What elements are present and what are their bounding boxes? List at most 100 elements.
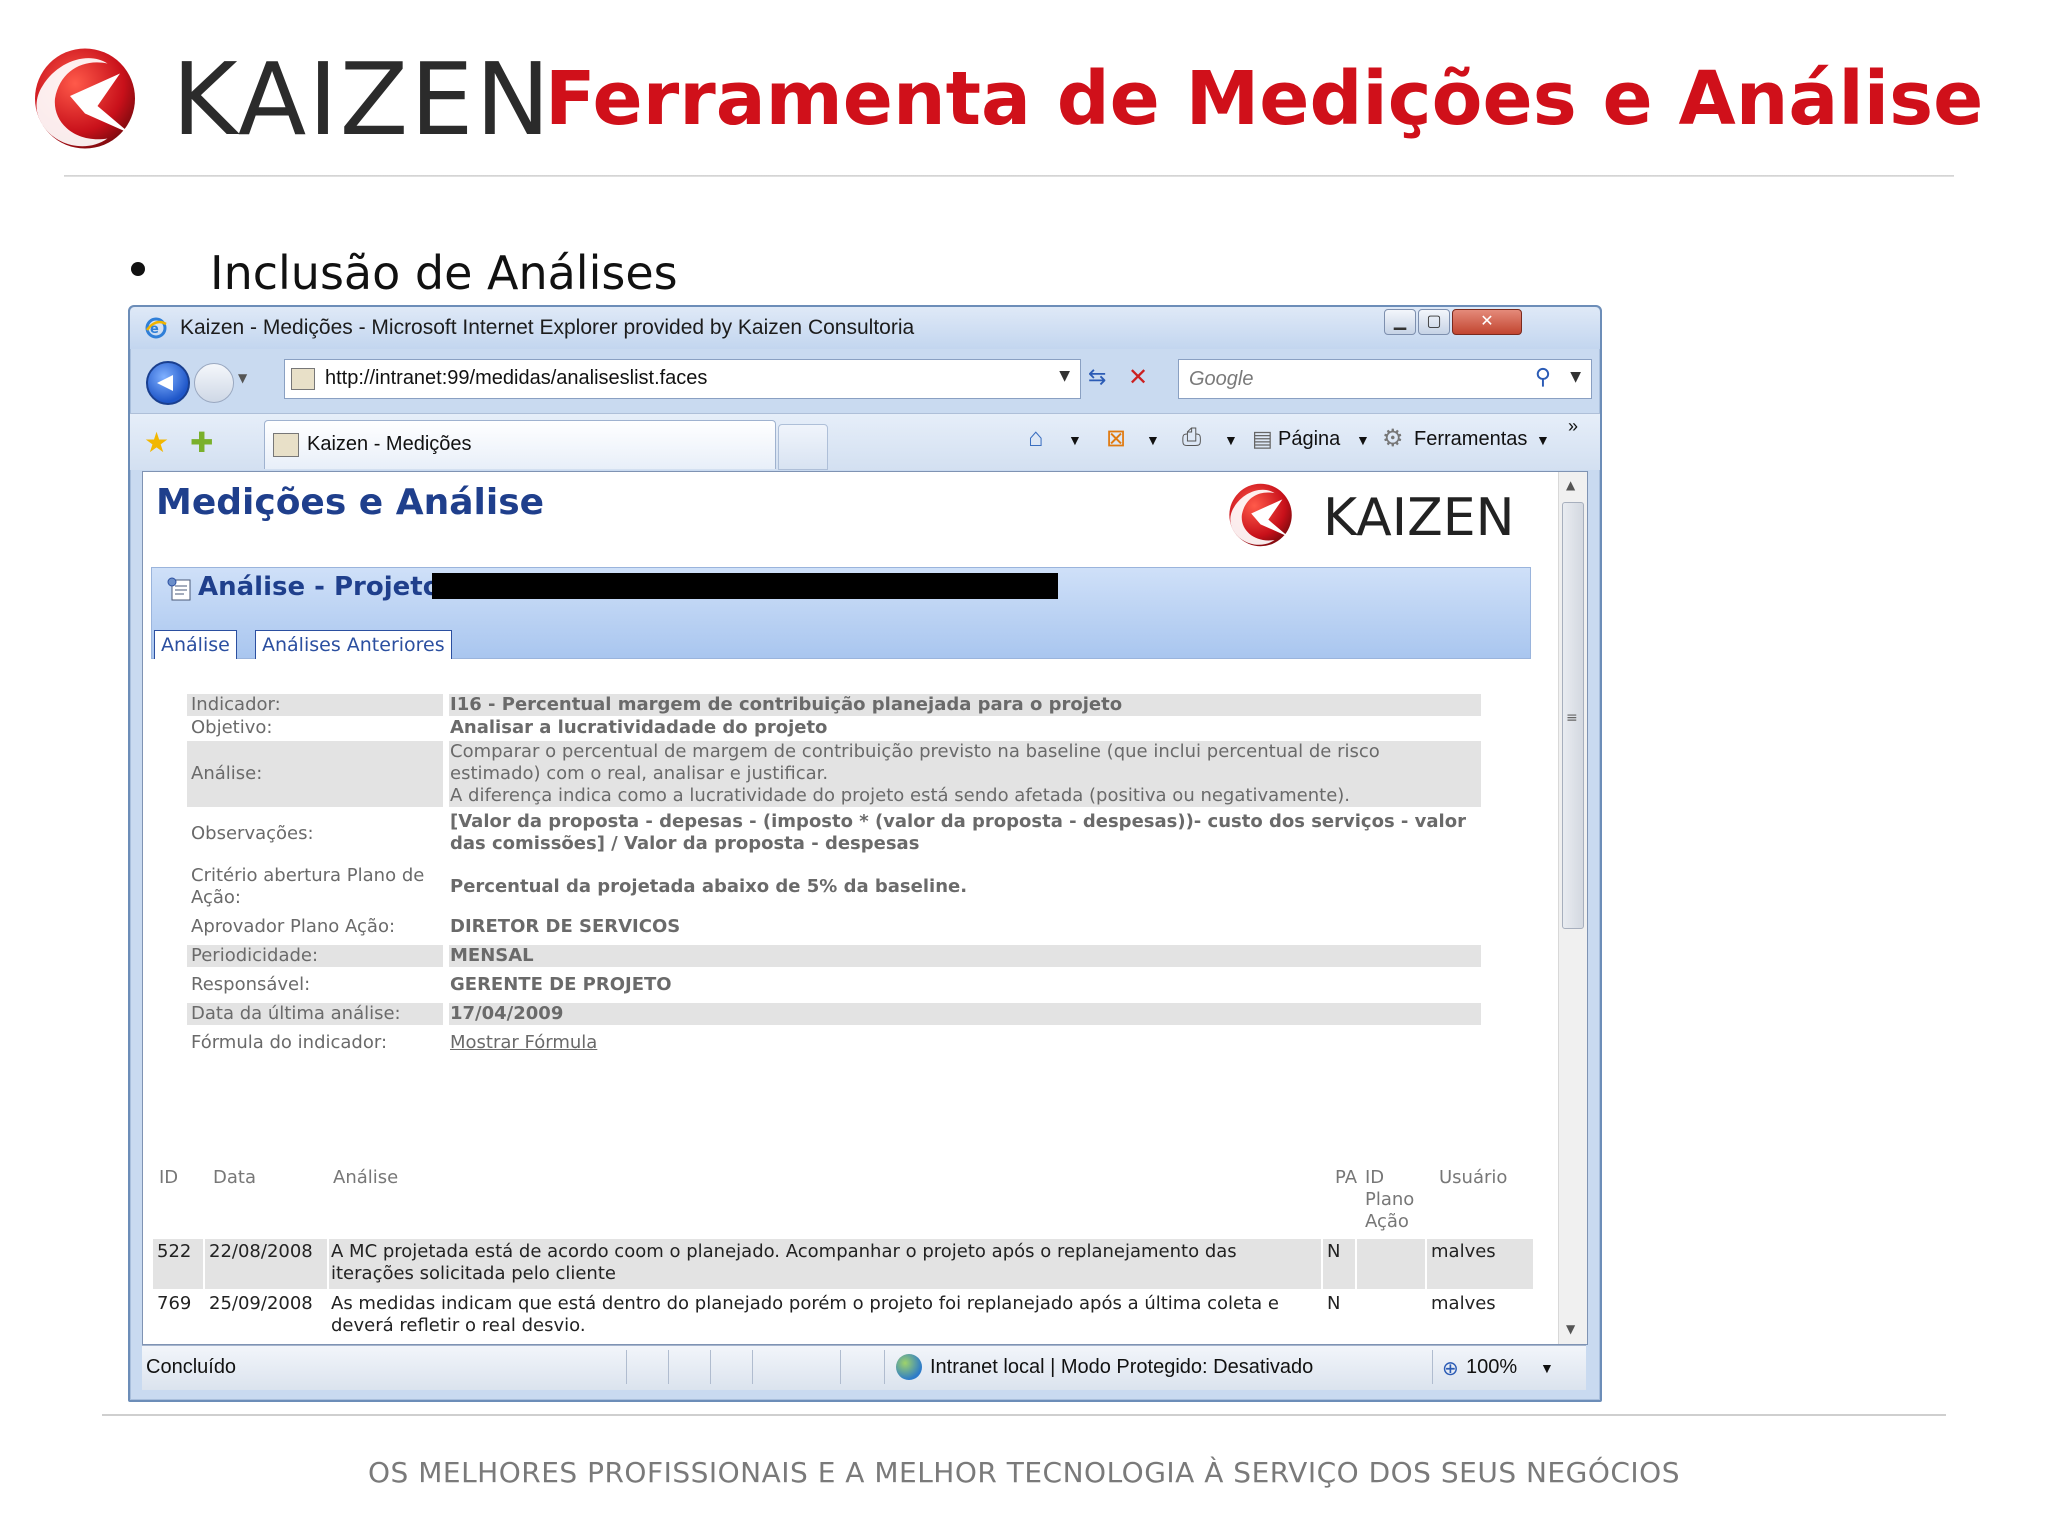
feeds-dropdown-icon[interactable]: ▼ bbox=[1146, 432, 1160, 448]
detail-row: Análise: Comparar o percentual de margem… bbox=[187, 741, 1481, 807]
detail-label: Objetivo: bbox=[191, 717, 273, 738]
panel-title: Análise - Projeto: bbox=[198, 572, 451, 602]
detail-value: 17/04/2009 bbox=[450, 1003, 564, 1024]
bullet-text: Inclusão de Análises bbox=[210, 246, 678, 300]
scroll-up-icon[interactable]: ▲ bbox=[1566, 478, 1575, 492]
col-header-data: Data bbox=[213, 1167, 256, 1188]
tab-command-bar: ★ ✚ Kaizen - Medições ⌂ ▼ ⊠ ▼ ⎙ ▼ ▤ Pági… bbox=[130, 413, 1600, 470]
feeds-icon[interactable]: ⊠ bbox=[1106, 424, 1126, 453]
cell-id: 769 bbox=[157, 1293, 192, 1314]
zoom-icon: ⊕ bbox=[1442, 1358, 1459, 1380]
status-text: Concluído bbox=[146, 1356, 237, 1378]
footer-divider bbox=[102, 1414, 1946, 1416]
tab-analise[interactable]: Análise bbox=[154, 630, 237, 659]
security-zone[interactable]: Intranet local | Modo Protegido: Desativ… bbox=[930, 1356, 1313, 1379]
kaizen-logo-icon bbox=[1229, 483, 1292, 547]
scroll-grip-icon: ≡ bbox=[1566, 710, 1578, 726]
address-url[interactable]: http://intranet:99/medidas/analiseslist.… bbox=[325, 367, 707, 390]
bullet-icon bbox=[131, 262, 145, 276]
command-overflow-icon[interactable]: » bbox=[1568, 416, 1578, 437]
col-header-pa: PA bbox=[1335, 1167, 1358, 1188]
detail-value: Comparar o percentual de margem de contr… bbox=[450, 741, 1380, 806]
page-menu[interactable]: Página bbox=[1278, 428, 1340, 451]
tools-gear-icon: ⚙ bbox=[1382, 425, 1404, 452]
zoom-dropdown-icon[interactable]: ▼ bbox=[1540, 1360, 1554, 1376]
tab-analises-anteriores[interactable]: Análises Anteriores bbox=[255, 630, 452, 659]
detail-label: Data da última análise: bbox=[191, 1003, 401, 1024]
browser-window: e Kaizen - Medições - Microsoft Internet… bbox=[128, 305, 1602, 1402]
detail-value: GERENTE DE PROJETO bbox=[450, 974, 672, 995]
brand-name: KAIZEN bbox=[172, 41, 553, 158]
globe-icon bbox=[896, 1354, 922, 1380]
forward-icon[interactable] bbox=[194, 363, 234, 403]
address-field[interactable]: http://intranet:99/medidas/analiseslist.… bbox=[284, 359, 1081, 399]
home-dropdown-icon[interactable]: ▼ bbox=[1068, 432, 1082, 448]
back-icon[interactable] bbox=[146, 361, 190, 405]
page-icon bbox=[273, 433, 299, 457]
detail-label: Observações: bbox=[191, 823, 314, 844]
stop-icon[interactable]: ✕ bbox=[1128, 363, 1148, 391]
page-menu-dropdown-icon[interactable]: ▼ bbox=[1356, 432, 1370, 448]
detail-label: Responsável: bbox=[191, 974, 311, 995]
zoom-level[interactable]: 100% bbox=[1466, 1356, 1517, 1379]
print-icon[interactable]: ⎙ bbox=[1182, 424, 1201, 452]
tools-menu-dropdown-icon[interactable]: ▼ bbox=[1536, 432, 1550, 448]
show-formula-link[interactable]: Mostrar Fórmula bbox=[450, 1032, 1470, 1054]
favorites-star-icon[interactable]: ★ bbox=[144, 426, 169, 459]
detail-label: Aprovador Plano Ação: bbox=[191, 916, 396, 937]
header-divider bbox=[64, 175, 1954, 177]
detail-label: Periodicidade: bbox=[191, 945, 319, 966]
detail-row: Indicador: I16 - Percentual margem de co… bbox=[187, 694, 1481, 716]
detail-value: DIRETOR DE SERVICOS bbox=[450, 916, 681, 937]
cell-id: 522 bbox=[157, 1241, 192, 1262]
cell-analise: As medidas indicam que está dentro do pl… bbox=[331, 1293, 1279, 1336]
detail-row: Periodicidade: MENSAL bbox=[187, 945, 1481, 967]
tab-label: Kaizen - Medições bbox=[307, 433, 472, 455]
detail-label: Indicador: bbox=[191, 694, 281, 715]
detail-row: Aprovador Plano Ação: DIRETOR DE SERVICO… bbox=[187, 916, 1481, 938]
table-row[interactable]: 522 22/08/2008 A MC projetada está de ac… bbox=[153, 1239, 1533, 1289]
refresh-icon[interactable]: ⇆ bbox=[1088, 365, 1106, 390]
detail-row: Responsável: GERENTE DE PROJETO bbox=[187, 974, 1481, 996]
status-bar: Concluído Intranet local | Modo Protegid… bbox=[142, 1345, 1586, 1390]
slide-footer: OS MELHORES PROFISSIONAIS E A MELHOR TEC… bbox=[368, 1456, 1680, 1489]
address-bar-row: ▼ http://intranet:99/medidas/analiseslis… bbox=[130, 351, 1600, 409]
print-dropdown-icon[interactable]: ▼ bbox=[1224, 432, 1238, 448]
cell-usuario: malves bbox=[1431, 1241, 1496, 1262]
search-placeholder: Google bbox=[1189, 368, 1254, 390]
cell-data: 25/09/2008 bbox=[209, 1293, 313, 1314]
app-logo-text: KAIZEN bbox=[1323, 488, 1515, 548]
vertical-scrollbar[interactable]: ▲ ≡ ▼ bbox=[1558, 472, 1587, 1344]
search-dropdown-icon[interactable]: ▼ bbox=[1570, 369, 1581, 385]
maximize-button[interactable]: ▢ bbox=[1418, 309, 1450, 335]
svg-text:e: e bbox=[150, 322, 159, 337]
detail-row: Critério abertura Plano de Ação: Percent… bbox=[187, 865, 1481, 909]
detail-label: Critério abertura Plano de Ação: bbox=[191, 865, 425, 908]
minimize-button[interactable]: ▁ bbox=[1384, 309, 1416, 335]
project-name-redacted bbox=[432, 573, 1058, 599]
history-dropdown-icon[interactable]: ▼ bbox=[238, 371, 247, 385]
tools-menu[interactable]: Ferramentas bbox=[1414, 428, 1527, 451]
table-row[interactable]: 769 25/09/2008 As medidas indicam que es… bbox=[153, 1291, 1533, 1341]
detail-value: I16 - Percentual margem de contribuição … bbox=[450, 694, 1123, 715]
search-input[interactable]: Google ⚲ ▼ bbox=[1178, 359, 1592, 399]
detail-value: Analisar a lucratividadade do projeto bbox=[450, 717, 828, 738]
search-icon[interactable]: ⚲ bbox=[1535, 365, 1551, 390]
detail-row: Observações: [Valor da proposta - depesa… bbox=[187, 811, 1481, 857]
address-dropdown-icon[interactable]: ▼ bbox=[1059, 368, 1070, 384]
col-header-id: ID bbox=[159, 1167, 179, 1188]
detail-value: Percentual da projetada abaixo de 5% da … bbox=[450, 876, 968, 897]
detail-row: Objetivo: Analisar a lucratividadade do … bbox=[187, 717, 1481, 739]
window-title: Kaizen - Medições - Microsoft Internet E… bbox=[180, 316, 915, 339]
page-viewport: Medições e Análise KAIZEN Análise - Proj… bbox=[142, 471, 1588, 1345]
add-favorite-icon[interactable]: ✚ bbox=[190, 426, 213, 459]
app-title: Medições e Análise bbox=[156, 482, 545, 523]
window-titlebar: e Kaizen - Medições - Microsoft Internet… bbox=[130, 307, 1600, 349]
home-icon[interactable]: ⌂ bbox=[1028, 422, 1044, 453]
close-button[interactable]: ✕ bbox=[1452, 309, 1522, 335]
cell-pa: N bbox=[1327, 1241, 1341, 1262]
analysis-panel-header: Análise - Projeto: Análise Análises Ante… bbox=[151, 567, 1531, 659]
new-tab-button[interactable] bbox=[778, 424, 828, 470]
scroll-down-icon[interactable]: ▼ bbox=[1566, 1322, 1575, 1336]
browser-tab[interactable]: Kaizen - Medições bbox=[264, 420, 776, 469]
